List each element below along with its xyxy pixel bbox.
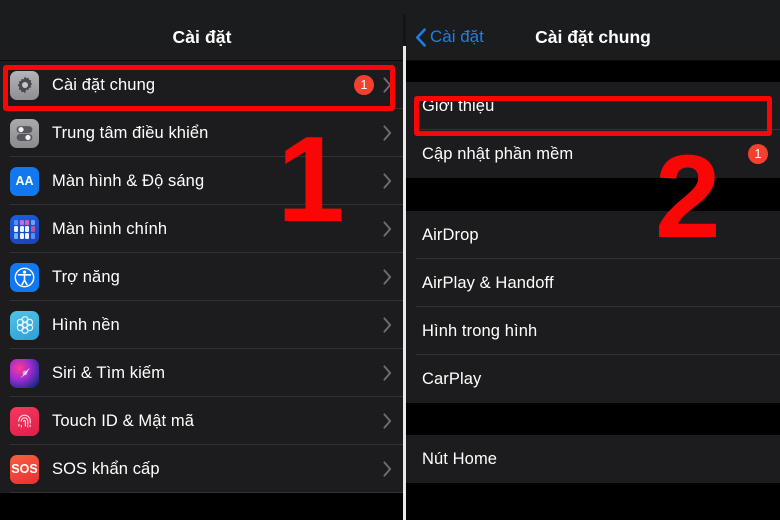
page-title-settings: Cài đặt (172, 26, 232, 47)
chevron-right-icon (383, 221, 392, 237)
sidebar-item-label: Màn hình & Độ sáng (52, 171, 205, 190)
general-settings-panel: Cài đặt Cài đặt chung Giới thiệu Cập nhậ… (406, 14, 780, 520)
list-item-carplay[interactable]: CarPlay (406, 355, 780, 403)
accessibility-icon (10, 262, 39, 292)
general-group-3: Nút Home (406, 435, 780, 483)
chevron-right-icon (383, 125, 392, 141)
sidebar-item-display-brightness[interactable]: AA Màn hình & Độ sáng (0, 157, 404, 205)
home-screen-icon (10, 214, 39, 244)
list-item-label: Cập nhật phần mềm (422, 144, 574, 163)
status-badge: 1 (354, 75, 374, 95)
sidebar-item-label: Cài đặt chung (52, 75, 156, 94)
row-accessories (383, 365, 404, 381)
sidebar-item-control-center[interactable]: Trung tâm điều khiển (0, 109, 404, 157)
chevron-right-icon (383, 317, 392, 333)
list-item-label: Nút Home (422, 449, 498, 468)
sos-icon-glyph: SOS (11, 461, 38, 476)
sidebar-item-label: Siri & Tìm kiếm (52, 363, 166, 382)
sidebar-item-siri-search[interactable]: Siri & Tìm kiếm (0, 349, 404, 397)
gear-icon (10, 70, 39, 100)
touch-id-icon (10, 406, 39, 436)
siri-icon (10, 358, 39, 388)
sidebar-item-label: Trung tâm điều khiển (52, 123, 209, 142)
chevron-right-icon (383, 77, 392, 93)
display-brightness-icon-glyph: AA (15, 173, 34, 188)
chevron-right-icon (383, 413, 392, 429)
list-item-label: Giới thiệu (422, 96, 495, 115)
list-item-about[interactable]: Giới thiệu (406, 82, 780, 130)
chevron-right-icon (383, 269, 392, 285)
list-item-home-button[interactable]: Nút Home (406, 435, 780, 483)
sidebar-item-touch-id[interactable]: Touch ID & Mật mã (0, 397, 404, 445)
row-accessories (383, 221, 404, 237)
chevron-left-icon (416, 27, 426, 47)
sidebar-item-label: Hình nền (52, 315, 120, 334)
left-panel-header: Cài đặt (0, 14, 404, 61)
chevron-right-icon (383, 173, 392, 189)
right-panel-header: Cài đặt Cài đặt chung (406, 14, 780, 61)
list-item-label: AirPlay & Handoff (422, 273, 554, 292)
wallpaper-icon (10, 310, 39, 340)
list-item-label: Hình trong hình (422, 321, 538, 340)
row-accessories: 1 (354, 75, 404, 95)
chevron-right-icon (383, 461, 392, 477)
section-gap (406, 403, 780, 435)
sidebar-item-home-screen[interactable]: Màn hình chính (0, 205, 404, 253)
section-gap (406, 61, 780, 82)
settings-list-panel: Cài đặt Cài đặt chung 1 Trung tâm điều k… (0, 14, 404, 520)
back-button-label: Cài đặt (430, 27, 484, 46)
back-button[interactable]: Cài đặt (415, 27, 484, 47)
list-item-software-update[interactable]: Cập nhật phần mềm 1 (406, 130, 780, 178)
list-item-label: CarPlay (422, 369, 482, 388)
general-group-1: Giới thiệu Cập nhật phần mềm 1 (406, 82, 780, 178)
row-accessories: 1 (748, 144, 780, 164)
top-status-band (0, 0, 780, 14)
sidebar-item-label: Màn hình chính (52, 219, 168, 238)
row-separator (10, 492, 404, 493)
home-screen-icon-grid (14, 219, 35, 239)
screenshot-root: Cài đặt Cài đặt chung 1 Trung tâm điều k… (0, 0, 780, 520)
row-accessories (383, 413, 404, 429)
sidebar-item-label: SOS khẩn cấp (52, 459, 160, 478)
sidebar-item-wallpaper[interactable]: Hình nền (0, 301, 404, 349)
chevron-right-icon (383, 365, 392, 381)
row-accessories (383, 269, 404, 285)
sidebar-item-emergency-sos[interactable]: SOS SOS khẩn cấp (0, 445, 404, 493)
row-accessories (383, 317, 404, 333)
row-accessories (383, 125, 404, 141)
status-badge: 1 (748, 144, 768, 164)
left-settings-group: Cài đặt chung 1 Trung tâm điều khiển AA … (0, 61, 404, 493)
sidebar-item-label: Touch ID & Mật mã (52, 411, 194, 430)
list-item-airplay-handoff[interactable]: AirPlay & Handoff (406, 259, 780, 307)
sidebar-item-label: Trợ năng (52, 267, 120, 286)
list-item-label: AirDrop (422, 225, 479, 244)
sidebar-item-accessibility[interactable]: Trợ năng (0, 253, 404, 301)
list-item-picture-in-picture[interactable]: Hình trong hình (406, 307, 780, 355)
general-group-2: AirDrop AirPlay & Handoff Hình trong hìn… (406, 211, 780, 403)
sos-icon: SOS (10, 454, 39, 484)
control-center-icon (10, 118, 39, 148)
sidebar-item-general[interactable]: Cài đặt chung 1 (0, 61, 404, 109)
row-accessories (383, 461, 404, 477)
display-brightness-icon: AA (10, 166, 39, 196)
row-accessories (383, 173, 404, 189)
list-item-airdrop[interactable]: AirDrop (406, 211, 780, 259)
section-gap (406, 178, 780, 211)
